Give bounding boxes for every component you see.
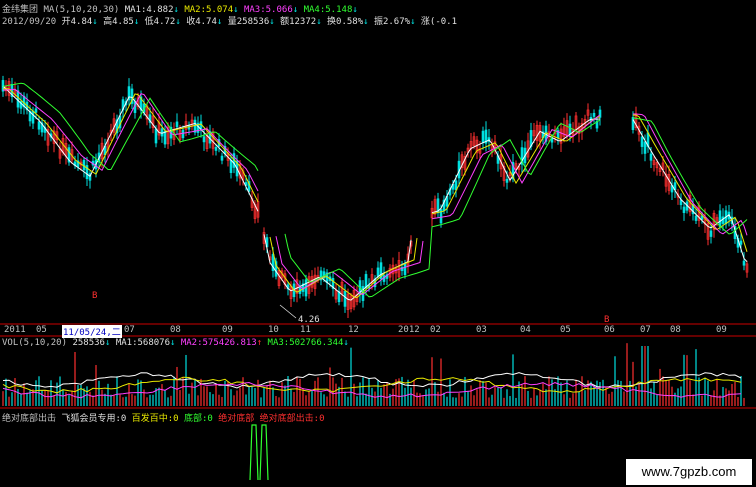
date-axis-label: 09: [222, 325, 233, 335]
low-price-marker: 4.26: [298, 315, 320, 325]
candle-body: [229, 159, 233, 173]
candle-body: [640, 136, 644, 147]
candle-body: [568, 123, 572, 135]
moving-average-line: [2, 88, 748, 299]
volume-ma3: MA3:502766.344: [267, 338, 344, 348]
candle-body: [694, 215, 698, 221]
indicator-layer: [249, 424, 269, 481]
volume-current: 258536: [72, 338, 105, 348]
candle-body: [82, 159, 86, 171]
candle-body: [376, 267, 380, 277]
date-axis-label: 04: [520, 325, 531, 335]
date-axis-label: 11/05/24,二: [62, 325, 122, 338]
volume-params: VOL(5,10,20): [2, 338, 68, 348]
candle-body: [682, 206, 686, 213]
indicator-item: 绝对底部出击:0: [254, 414, 325, 424]
candle-body: [649, 153, 653, 161]
website-watermark: www.7gpzb.com: [626, 459, 752, 485]
candle-body: [154, 128, 158, 144]
candle-body: [709, 230, 713, 237]
date-axis-label: 02: [430, 325, 441, 335]
candle-body: [643, 141, 647, 154]
candle-body: [214, 147, 218, 151]
date-axis-label: 05: [36, 325, 47, 335]
indicator-item: 绝对底部: [212, 414, 255, 424]
bottom-signal-spike: [249, 424, 269, 481]
candle-body: [34, 108, 38, 113]
candle-body: [631, 117, 635, 130]
low-marker-leader: [279, 304, 297, 319]
volume-info-line: VOL(5,10,20) 258536↓ MA1:568076↓ MA2:575…: [2, 338, 349, 348]
volume-layer: [2, 343, 745, 406]
candle-body: [163, 130, 167, 145]
date-axis-label: 05: [560, 325, 571, 335]
volume-ma1: MA1:568076: [115, 338, 170, 348]
candle-body: [16, 90, 20, 108]
candle-body: [175, 121, 179, 128]
candle-body: [37, 121, 41, 130]
candle-body: [739, 240, 743, 245]
indicator-item: 飞狐会员专用:0: [61, 414, 127, 424]
date-axis-label: 07: [124, 325, 135, 335]
candle-body: [343, 290, 347, 307]
signal-marker: B: [92, 291, 97, 301]
candle-body: [592, 112, 596, 117]
indicator-item: 底部:0: [178, 414, 213, 424]
candle-body: [505, 178, 509, 183]
candle-body: [718, 210, 722, 227]
candle-body: [202, 136, 206, 143]
date-axis-label: 08: [670, 325, 681, 335]
candle-body: [160, 128, 164, 137]
candle-body: [181, 129, 185, 139]
indicator-name: 绝对底部出击: [2, 414, 57, 424]
date-axis-label: 06: [604, 325, 615, 335]
candle-body: [31, 110, 35, 124]
volume-ma2: MA2:575426.813: [180, 338, 257, 348]
candle-body: [598, 109, 602, 118]
candle-body: [403, 263, 407, 276]
candle-body: [364, 274, 368, 288]
signal-marker: B: [604, 315, 609, 325]
date-axis-label: 03: [476, 325, 487, 335]
date-axis-label: 2011: [4, 325, 26, 335]
candle-body: [220, 155, 224, 161]
indicator-info-line: 绝对底部出击 飞狐会员专用:0 百发百中:0 底部:0 绝对底部 绝对底部出击:…: [2, 411, 325, 424]
date-axis-label: 12: [348, 325, 359, 335]
candle-body: [481, 130, 485, 143]
date-axis-label: 10: [268, 325, 279, 335]
date-axis-label: 09: [716, 325, 727, 335]
date-axis-label: 08: [170, 325, 181, 335]
date-axis-label: 07: [640, 325, 651, 335]
date-axis-label: 11: [300, 325, 311, 335]
moving-average-line: [2, 88, 748, 295]
candle-body: [742, 260, 746, 266]
moving-average-layer: [2, 82, 748, 301]
date-axis-label: 2012: [398, 325, 420, 335]
indicator-item: 百发百中:0: [126, 414, 179, 424]
